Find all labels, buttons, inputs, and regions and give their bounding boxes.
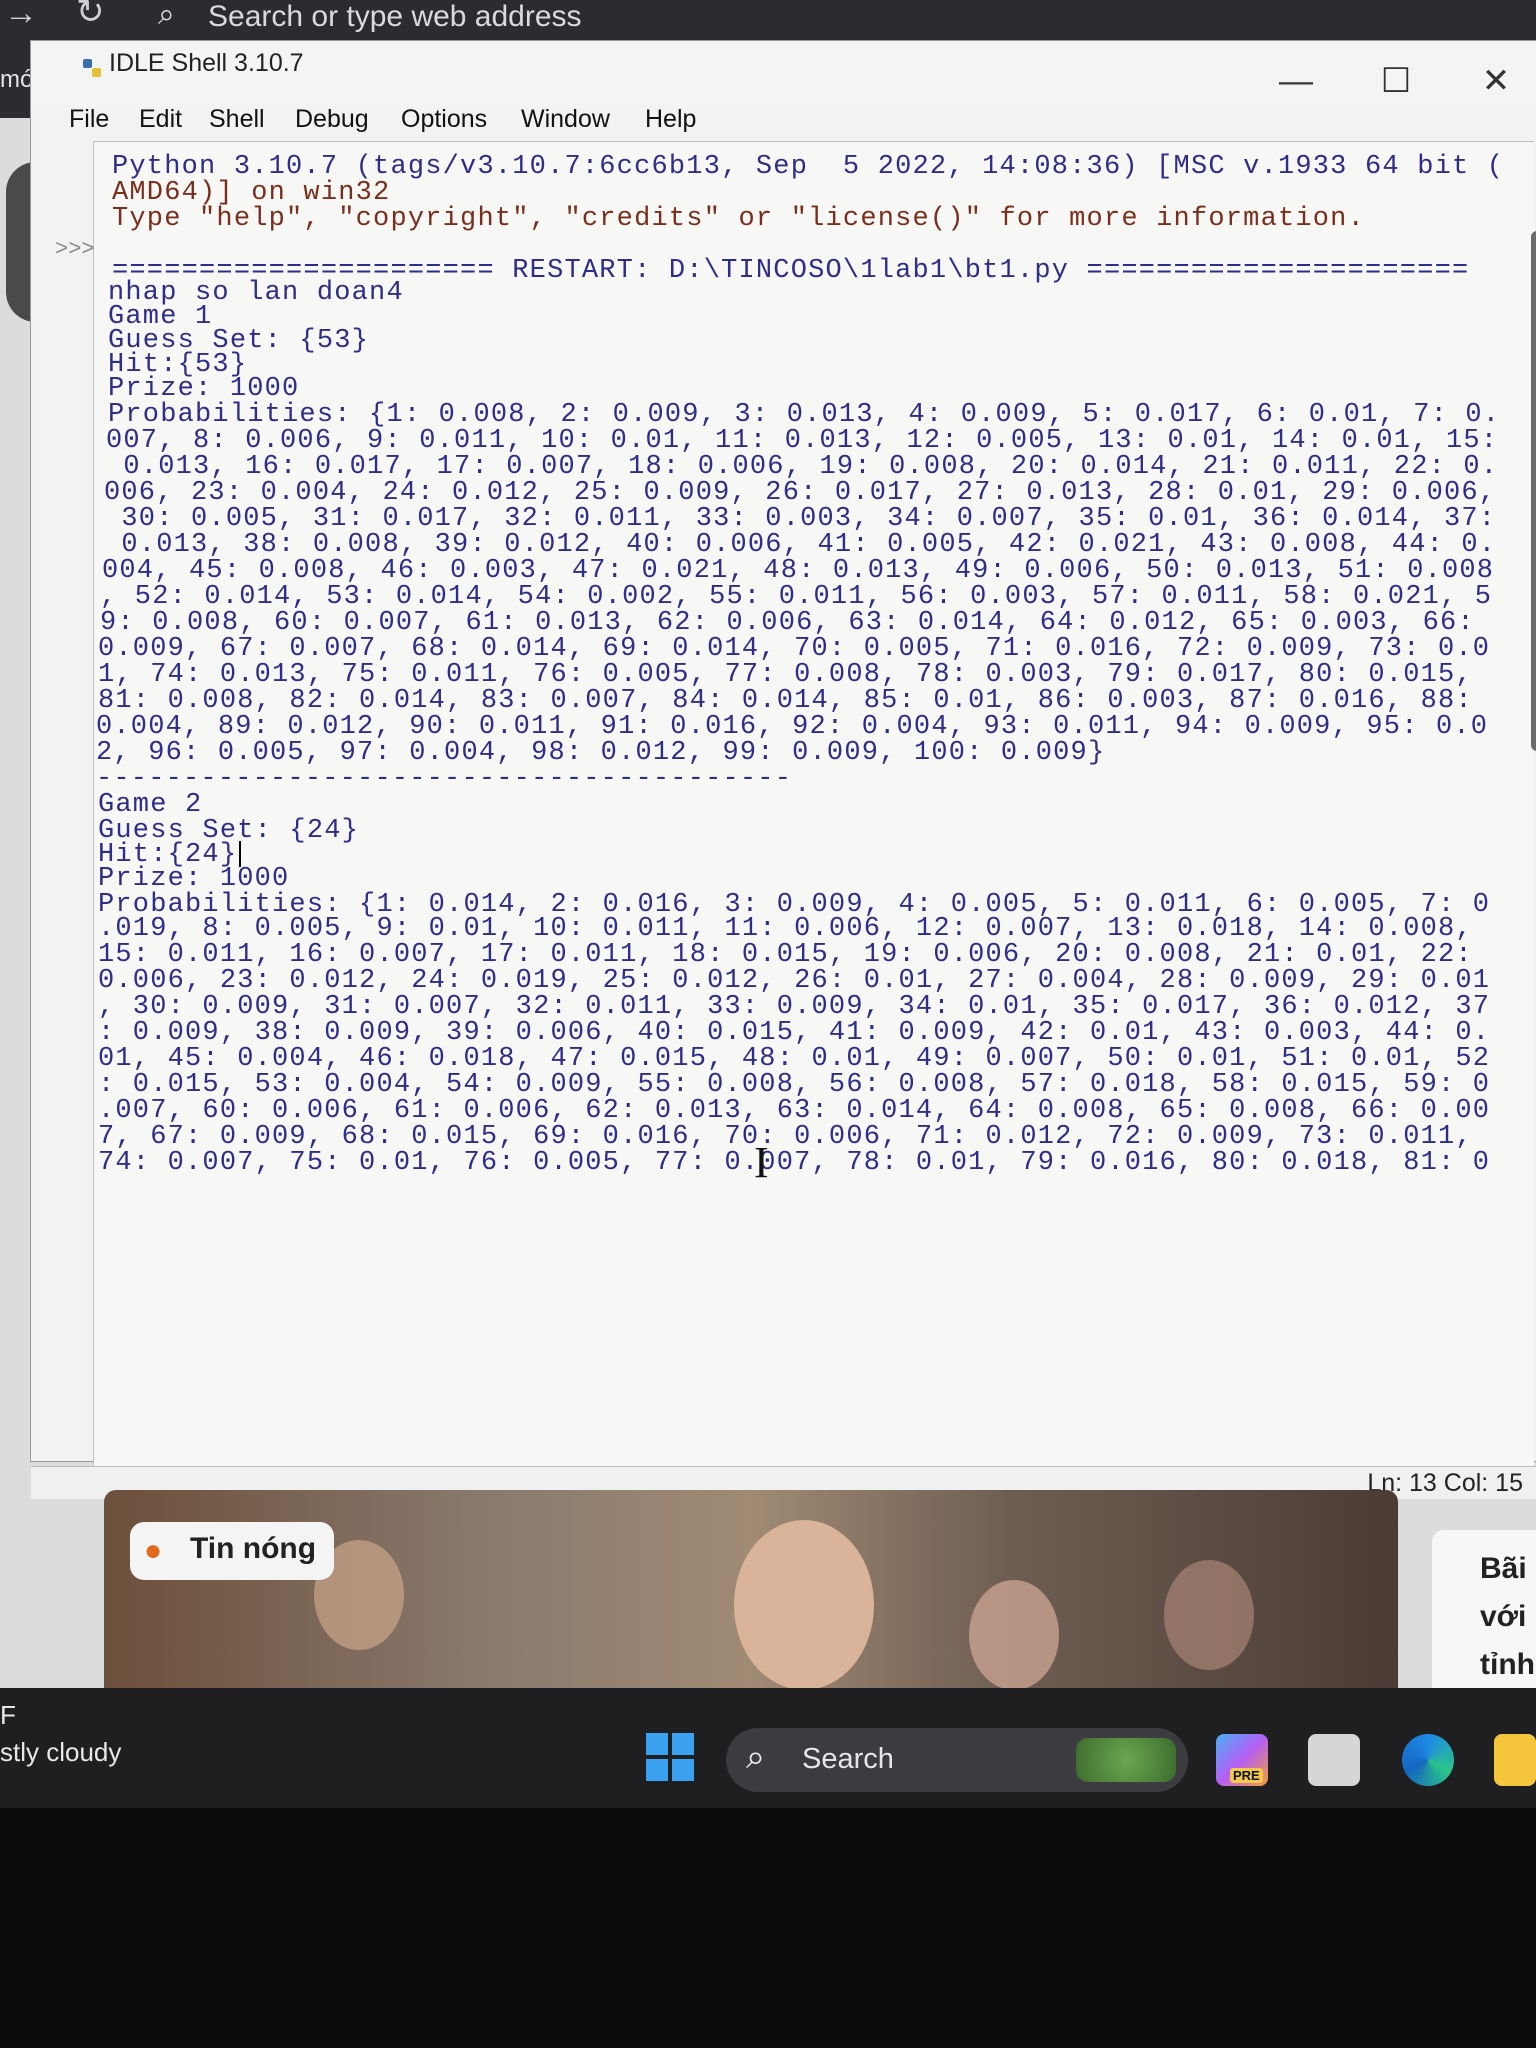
- pre-badge: PRE: [1230, 1768, 1263, 1783]
- copilot-icon[interactable]: PRE: [1216, 1734, 1268, 1786]
- search-icon: ⌕: [158, 0, 175, 31]
- news-side-text: với: [1480, 1600, 1527, 1633]
- news-side-text: tỉnh: [1480, 1648, 1535, 1681]
- weather-widget[interactable]: F stly cloudy: [0, 1700, 121, 1768]
- file-explorer-icon[interactable]: [1494, 1734, 1536, 1786]
- maximize-button[interactable]: ☐: [1366, 61, 1426, 101]
- address-placeholder: Search or type web address: [208, 0, 582, 33]
- menu-edit[interactable]: Edit: [139, 105, 182, 134]
- title-bar[interactable]: IDLE Shell 3.10.7 — ☐ ✕: [31, 41, 1536, 107]
- search-icon: ⌕: [746, 1738, 766, 1776]
- text-insertion-cursor: [239, 840, 242, 867]
- news-photo-person: [969, 1580, 1059, 1690]
- back-arrow-icon[interactable]: →: [4, 0, 38, 33]
- text-cursor-ibeam-icon: I: [754, 1138, 769, 1187]
- python-icon: [83, 59, 101, 77]
- plant-icon: [1076, 1738, 1176, 1782]
- news-side-text: Bãi: [1480, 1552, 1527, 1585]
- taskbar-search-label: Search: [802, 1743, 894, 1775]
- shell-text-area[interactable]: Python 3.10.7 (tags/v3.10.7:6cc6b13, Sep…: [93, 141, 1534, 1467]
- screen-bezel: [0, 1808, 1536, 2048]
- menu-debug[interactable]: Debug: [295, 105, 369, 134]
- weather-description: stly cloudy: [0, 1737, 122, 1767]
- shell-line: 74: 0.007, 75: 0.01, 76: 0.005, 77: 0.00…: [98, 1148, 1491, 1178]
- menu-file[interactable]: File: [69, 105, 109, 134]
- fire-icon: ●: [144, 1534, 163, 1567]
- vertical-scrollbar[interactable]: [1531, 231, 1536, 751]
- news-photo-person: [1164, 1560, 1254, 1670]
- menu-help[interactable]: Help: [645, 105, 696, 134]
- news-tag-label: Tin nóng: [190, 1532, 317, 1565]
- menu-bar: File Edit Shell Debug Options Window Hel…: [31, 103, 1536, 143]
- news-photo-person: [734, 1520, 874, 1690]
- window-title: IDLE Shell 3.10.7: [109, 49, 304, 77]
- menu-shell[interactable]: Shell: [209, 105, 265, 134]
- close-button[interactable]: ✕: [1466, 61, 1526, 101]
- task-view-icon[interactable]: [1308, 1734, 1360, 1786]
- taskbar-search[interactable]: ⌕ Search: [726, 1728, 1188, 1792]
- idle-shell-window: IDLE Shell 3.10.7 — ☐ ✕ File Edit Shell …: [30, 40, 1536, 1499]
- windows-start-icon[interactable]: [646, 1733, 694, 1781]
- shell-line: Type "help", "copyright", "credits" or "…: [112, 204, 1365, 234]
- weather-temperature: F: [0, 1700, 16, 1730]
- menu-window[interactable]: Window: [521, 105, 610, 134]
- refresh-icon[interactable]: ↻: [76, 0, 105, 32]
- edge-icon[interactable]: [1402, 1734, 1454, 1786]
- minimize-button[interactable]: —: [1266, 61, 1326, 101]
- news-tag[interactable]: ● Tin nóng: [130, 1522, 334, 1580]
- shell-prompt: >>>: [55, 237, 95, 262]
- menu-options[interactable]: Options: [401, 105, 487, 134]
- address-bar[interactable]: ⌕ Search or type web address: [150, 0, 1350, 34]
